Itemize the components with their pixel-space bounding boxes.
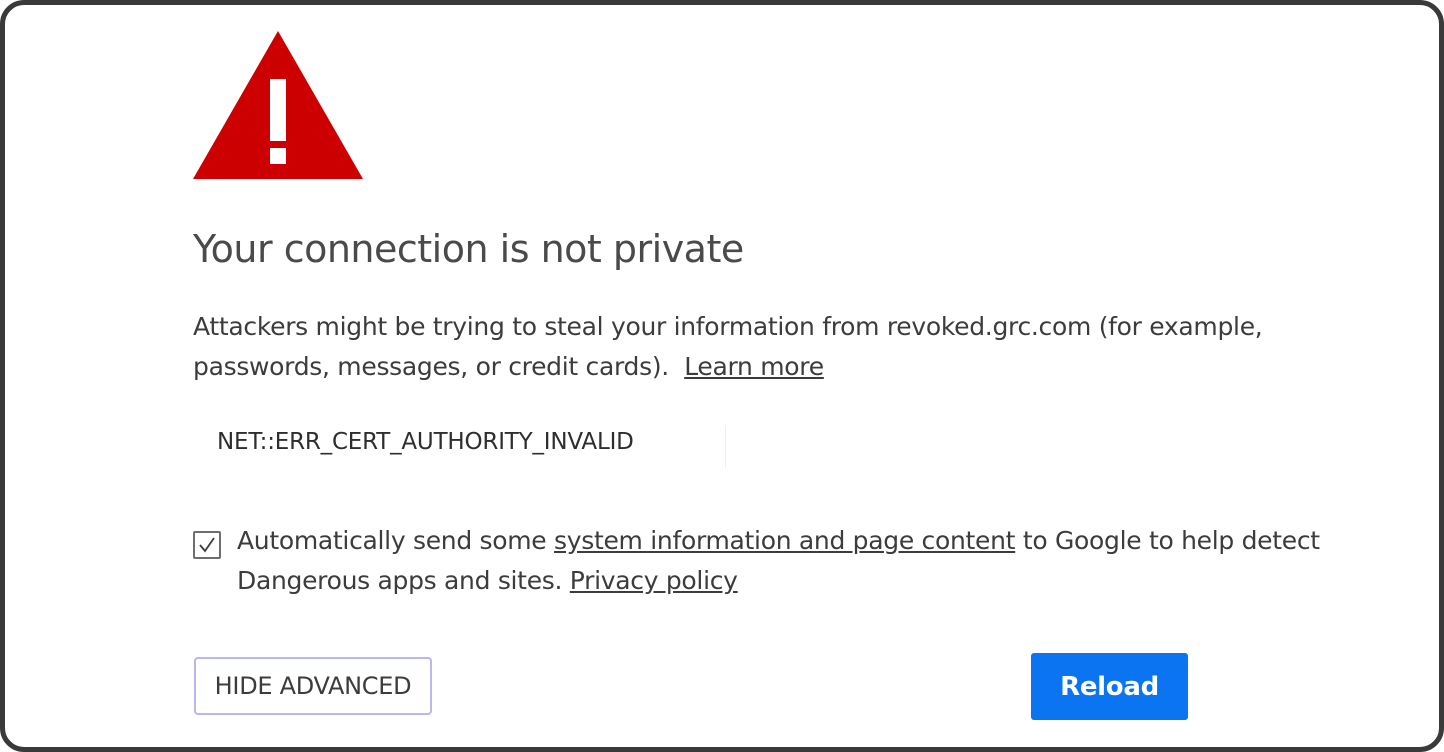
reload-button[interactable]: Reload [1031, 653, 1188, 720]
error-code-divider [725, 425, 726, 469]
opt-in-text: Automatically send some system informati… [237, 521, 1407, 601]
hide-advanced-button[interactable]: HIDE ADVANCED [194, 657, 432, 715]
send-info-checkbox[interactable] [193, 531, 221, 559]
site-domain: revoked.grc.com [886, 312, 1092, 341]
warning-triangle-icon [193, 31, 363, 179]
error-code: NET::ERR_CERT_AUTHORITY_INVALID [217, 429, 634, 455]
privacy-policy-link[interactable]: Privacy policy [570, 566, 738, 595]
system-info-link[interactable]: system information and page content [554, 526, 1015, 555]
message-prefix: Attackers might be trying to steal your … [193, 312, 887, 341]
learn-more-link[interactable]: Learn more [684, 352, 824, 381]
opt-in-prefix: Automatically send some [237, 526, 555, 555]
error-page: Your connection is not private Attackers… [0, 0, 1444, 752]
page-title: Your connection is not private [193, 227, 744, 271]
checkmark-icon [199, 537, 215, 553]
warning-message: Attackers might be trying to steal your … [193, 307, 1373, 387]
